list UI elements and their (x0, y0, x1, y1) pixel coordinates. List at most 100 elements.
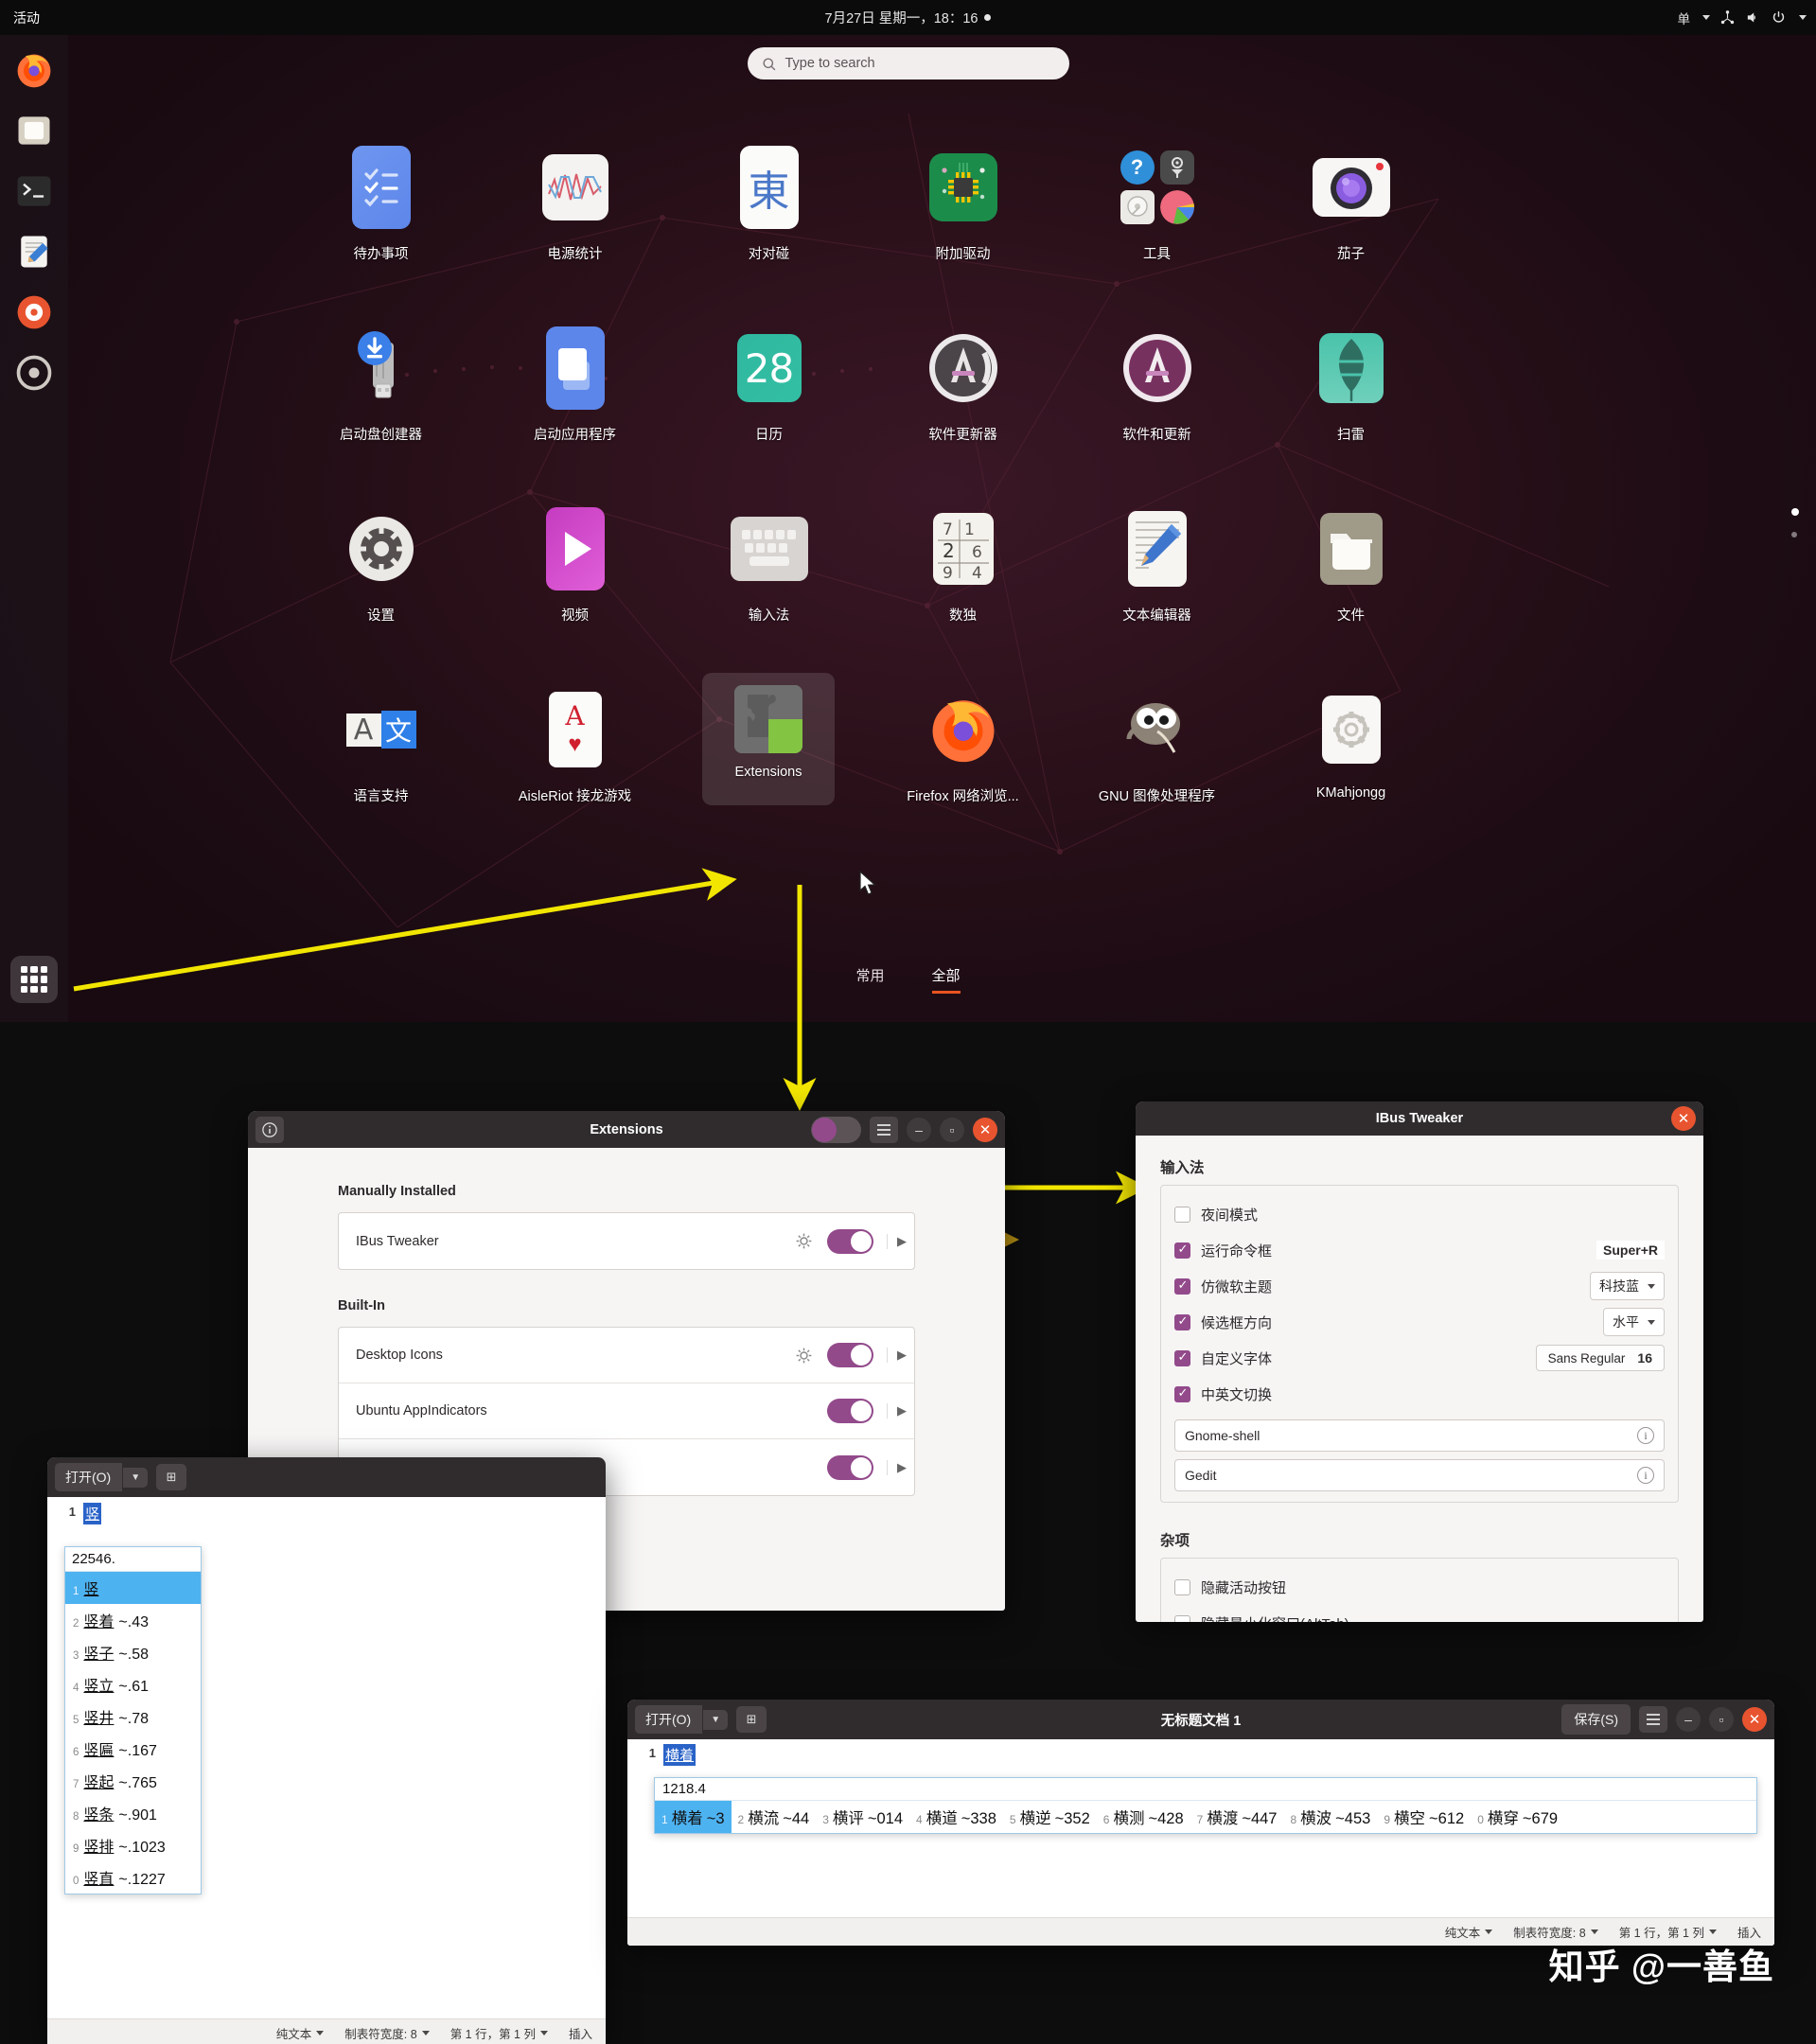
candidate-item[interactable]: 4 横道 ~338 (909, 1801, 1003, 1833)
dock-item-firefox[interactable] (10, 46, 58, 94)
status-tab-width[interactable]: 制表符宽度: 8 (344, 2024, 430, 2042)
checkbox[interactable] (1174, 1349, 1190, 1366)
status-language[interactable]: 纯文本 (1445, 1923, 1493, 1941)
chevron-right-icon[interactable]: ▶ (887, 1233, 907, 1249)
gedit-right-titlebar[interactable]: 打开(O) ▼ ⊞ 无标题文档 1 保存(S) – ▫ ✕ (627, 1700, 1774, 1739)
app-icon-mahjongg[interactable]: 東 对对碰 (672, 142, 866, 263)
checkbox[interactable] (1174, 1313, 1190, 1330)
candidate-item[interactable]: 0 横穿 ~679 (1471, 1801, 1564, 1833)
close-icon[interactable]: ✕ (1671, 1106, 1696, 1131)
search-input[interactable]: Type to search (747, 47, 1069, 79)
dock-item-rhythmbox[interactable] (10, 289, 58, 336)
app-icon-tools-folder[interactable]: ? 工具 (1060, 142, 1254, 263)
app-icon-startup-applications[interactable]: 启动应用程序 (478, 323, 672, 444)
setting-row-night-mode[interactable]: 夜间模式 (1174, 1196, 1665, 1232)
open-button[interactable]: 打开(O) ▼ (55, 1463, 149, 1491)
setting-row-run-command[interactable]: 运行命令框 Super+R (1174, 1232, 1665, 1268)
app-icon-cheese[interactable]: 茄子 (1254, 142, 1448, 263)
extension-toggle[interactable] (827, 1399, 873, 1423)
setting-row-ms-theme[interactable]: 仿微软主题 科技蓝 (1174, 1268, 1665, 1304)
setting-row-cn-en-switch[interactable]: 中英文切换 (1174, 1376, 1665, 1412)
app-icon-files[interactable]: 文件 (1254, 503, 1448, 625)
app-icon-input-method[interactable]: 输入法 (672, 503, 866, 625)
maximize-icon[interactable]: ▫ (1709, 1707, 1734, 1732)
app-icon-firefox[interactable]: Firefox 网络浏览... (866, 684, 1060, 805)
setting-row-custom-font[interactable]: 自定义字体 Sans Regular 16 (1174, 1340, 1665, 1376)
new-tab-icon[interactable]: ⊞ (156, 1464, 187, 1490)
candidate-popup-horizontal[interactable]: 1218.4 1 横着 ~3 2 横流 ~44 3 横评 ~014 4 横道 ~338 5 横逆 ~… (654, 1777, 1757, 1834)
info-icon[interactable]: i (1637, 1467, 1654, 1484)
hamburger-menu-icon[interactable] (870, 1116, 898, 1143)
candidate-item[interactable]: 3 横评 ~014 (816, 1801, 909, 1833)
extension-row-appindicators[interactable]: Ubuntu AppIndicators ▶ (339, 1383, 914, 1439)
shortcut-value[interactable]: Super+R (1596, 1241, 1665, 1260)
app-icon-usb-creator[interactable]: 启动盘创建器 (284, 323, 478, 444)
close-icon[interactable]: ✕ (973, 1117, 997, 1142)
gedit-right-document[interactable]: 1 横着 1218.4 1 横着 ~3 2 横流 ~44 3 横评 ~014 4 横道 ~338… (627, 1739, 1774, 1946)
system-menu[interactable]: 单 (1678, 9, 1807, 27)
page-dot-1[interactable] (1791, 508, 1799, 516)
setting-row-hide-minimized[interactable]: 隐藏最小化窗口(AltTab) (1174, 1605, 1665, 1622)
page-indicator[interactable] (1791, 492, 1799, 554)
candidate-item[interactable]: 2 横流 ~44 (732, 1801, 817, 1833)
extension-row-desktop-icons[interactable]: Desktop Icons ▶ (339, 1328, 914, 1383)
app-icon-videos[interactable]: 视频 (478, 503, 672, 625)
extensions-titlebar[interactable]: Extensions – ▫ ✕ (248, 1111, 1005, 1148)
theme-combo[interactable]: 科技蓝 (1590, 1272, 1665, 1300)
save-button[interactable]: 保存(S) (1561, 1704, 1631, 1735)
app-icon-kmahjongg[interactable]: KMahjongg (1254, 684, 1448, 805)
hamburger-menu-icon[interactable] (1639, 1706, 1667, 1733)
checkbox[interactable] (1174, 1278, 1190, 1295)
app-icon-gimp[interactable]: GNU 图像处理程序 (1060, 684, 1254, 805)
info-icon[interactable]: i (1637, 1427, 1654, 1444)
status-position[interactable]: 第 1 行，第 1 列 (450, 2024, 548, 2042)
chevron-right-icon[interactable]: ▶ (887, 1403, 907, 1418)
app-icon-language-support[interactable]: A 文 语言支持 (284, 684, 478, 805)
candidate-item[interactable]: 2 竖着 ~.43 (65, 1604, 201, 1636)
dock-item-files[interactable] (10, 107, 58, 154)
font-picker-button[interactable]: Sans Regular 16 (1535, 1345, 1665, 1371)
gedit-left-document[interactable]: 1 竖 22546. 1竖 2 竖着 ~.43 3 竖子 ~.58 4 竖立 ~.61 5竖… (47, 1497, 606, 2044)
candidate-item[interactable]: 8 竖条 ~.901 (65, 1797, 201, 1829)
app-icon-additional-drivers[interactable]: 附加驱动 (866, 142, 1060, 263)
candidate-item[interactable]: 5 横逆 ~352 (1003, 1801, 1097, 1833)
minimize-icon[interactable]: – (907, 1117, 931, 1142)
candidate-item[interactable]: 3 竖子 ~.58 (65, 1636, 201, 1668)
checkbox[interactable] (1174, 1206, 1190, 1223)
minimize-icon[interactable]: – (1676, 1707, 1701, 1732)
chevron-right-icon[interactable]: ▶ (887, 1348, 907, 1363)
app-icon-power-statistics[interactable]: 电源统计 (478, 142, 672, 263)
candidate-item[interactable]: 8 横波 ~453 (1283, 1801, 1377, 1833)
candidate-item[interactable]: 4 竖立 ~.61 (65, 1668, 201, 1700)
tab-frequent[interactable]: 常用 (855, 965, 884, 994)
extensions-master-toggle[interactable] (811, 1116, 861, 1143)
extension-row-ibus-tweaker[interactable]: IBus Tweaker ▶ (339, 1213, 914, 1269)
show-applications-button[interactable] (10, 956, 58, 1003)
candidate-item[interactable]: 9 横空 ~612 (1377, 1801, 1471, 1833)
field-gnome-shell[interactable]: Gnome-shell i (1174, 1419, 1665, 1452)
maximize-icon[interactable]: ▫ (940, 1117, 964, 1142)
tab-all[interactable]: 全部 (931, 965, 961, 994)
candidate-item[interactable]: 1 横着 ~3 (655, 1801, 732, 1833)
candidate-item[interactable]: 9 竖排 ~.1023 (65, 1829, 201, 1861)
checkbox[interactable] (1174, 1614, 1190, 1622)
keyboard-layout-indicator[interactable]: 单 (1678, 9, 1691, 27)
extension-toggle[interactable] (827, 1343, 873, 1367)
checkbox[interactable] (1174, 1242, 1190, 1259)
app-icon-extensions[interactable]: Extensions (702, 673, 835, 805)
field-gedit[interactable]: Gedit i (1174, 1459, 1665, 1491)
app-icon-settings[interactable]: 设置 (284, 503, 478, 625)
close-icon[interactable]: ✕ (1742, 1707, 1767, 1732)
chevron-down-icon[interactable]: ▼ (703, 1709, 729, 1730)
dock-item-text-editor[interactable] (10, 228, 58, 275)
app-icon-aisleriot[interactable]: A ♥ AisleRiot 接龙游戏 (478, 684, 672, 805)
app-icon-software-updater[interactable]: 软件更新器 (866, 323, 1060, 444)
checkbox[interactable] (1174, 1578, 1190, 1595)
ibus-titlebar[interactable]: IBus Tweaker ✕ (1136, 1101, 1703, 1136)
info-icon[interactable] (256, 1116, 284, 1143)
extension-toggle[interactable] (827, 1454, 873, 1480)
candidate-item[interactable]: 7 横渡 ~447 (1190, 1801, 1284, 1833)
dock-item-terminal[interactable] (10, 167, 58, 215)
checkbox[interactable] (1174, 1385, 1190, 1402)
chevron-right-icon[interactable]: ▶ (887, 1459, 907, 1475)
